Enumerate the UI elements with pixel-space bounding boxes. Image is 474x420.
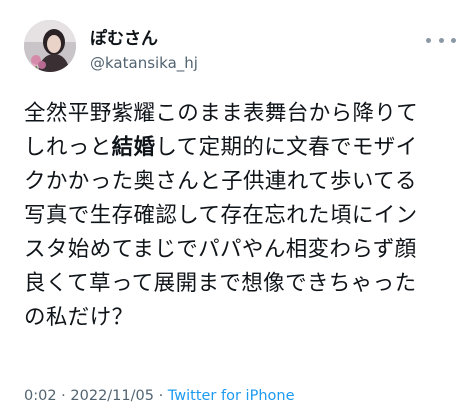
tweet-text-segment: 全然平野紫耀このまま表舞台から降りて [24, 101, 419, 126]
tweet-time[interactable]: 0:02 [24, 388, 57, 404]
tweet-source-link[interactable]: Twitter for iPhone [168, 388, 295, 404]
tweet-text-line: 写真で生存確認して存在忘れた頃にイン [24, 199, 464, 233]
tweet-date[interactable]: 2022/11/05 [70, 388, 154, 404]
meta-separator: · [61, 388, 66, 404]
tweet: ぽむさん @katansika_hj 全然平野紫耀このまま表舞台から降りて しれ… [0, 0, 474, 420]
avatar-image [24, 20, 76, 72]
more-dot [451, 37, 456, 43]
tweet-meta: 0:02 · 2022/11/05 · Twitter for iPhone [24, 386, 295, 406]
tweet-text-line: クかかった奥さんと子供連れて歩いてる [24, 165, 464, 199]
tweet-text-line: スタ始めてまじでパパやん相変わらず顔 [24, 233, 464, 267]
tweet-text-bold: 結婚 [111, 135, 156, 160]
more-dot [438, 37, 444, 43]
tweet-text-line: 全然平野紫耀このまま表舞台から降りて [24, 97, 464, 131]
avatar[interactable] [24, 20, 76, 72]
tweet-text-segment: しれっと [24, 135, 112, 160]
display-name[interactable]: ぽむさん [90, 29, 158, 49]
tweet-text-line: の私だけ？ [24, 301, 464, 335]
tweet-text-segment: スタ始めてまじでパパやん相変わらず顔 [24, 237, 417, 262]
tweet-text-line: しれっと結婚して定期的に文春でモザイ [24, 131, 464, 165]
tweet-text-segment: 写真で生存確認して存在忘れた頃にイン [24, 203, 418, 228]
tweet-text-segment: クかかった奥さんと子供連れて歩いてる [24, 169, 417, 194]
user-handle[interactable]: @katansika_hj [90, 54, 198, 72]
more-dot [426, 37, 431, 43]
tweet-text-segment: して定期的に文春でモザイ [155, 135, 418, 160]
tweet-text-segment: の私だけ？ [24, 305, 134, 330]
tweet-text: 全然平野紫耀このまま表舞台から降りて しれっと結婚して定期的に文春でモザイ クか… [24, 97, 464, 335]
tweet-text-segment: 良くて草って展開まで想像できちゃった [24, 271, 417, 296]
tweet-text-line: 良くて草って展開まで想像できちゃった [24, 267, 464, 301]
more-horizontal-icon[interactable] [426, 30, 456, 50]
meta-separator: · [158, 388, 164, 404]
